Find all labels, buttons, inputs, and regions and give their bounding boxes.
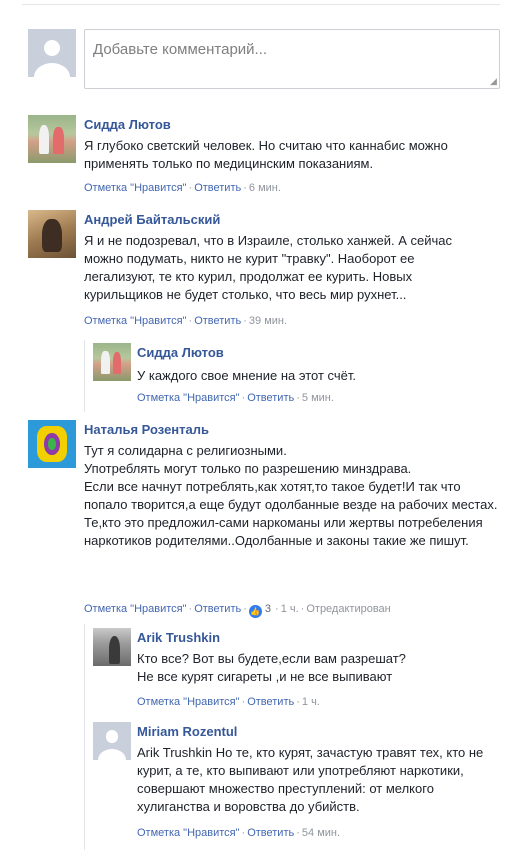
like-link[interactable]: Отметка "Нравится": [137, 696, 240, 708]
reply-link[interactable]: Ответить: [247, 827, 294, 839]
reply-comment: Miriam Rozentul Arik Trushkin Но те, кто…: [93, 722, 503, 846]
separator: ·: [275, 603, 279, 615]
timestamp[interactable]: 54 мин.: [302, 827, 340, 839]
separator: ·: [243, 182, 247, 194]
comment-actions: Отметка "Нравится" · Ответить · 5 мин.: [137, 392, 334, 404]
reply-comment: Arik Trushkin Кто все? Вот вы будете,есл…: [93, 628, 503, 714]
comment-author[interactable]: Наталья Розенталь: [84, 422, 209, 437]
timestamp[interactable]: 5 мин.: [302, 392, 334, 404]
separator: ·: [296, 696, 300, 708]
comment-composer: ◢: [28, 29, 502, 91]
separator: ·: [300, 603, 305, 615]
reply-comment: Сидда Лютов У каждого свое мнение на это…: [93, 343, 493, 409]
reply-link[interactable]: Ответить: [194, 603, 241, 615]
avatar[interactable]: [93, 343, 131, 381]
separator: ·: [241, 696, 246, 708]
like-link[interactable]: Отметка "Нравится": [137, 827, 240, 839]
avatar[interactable]: [93, 722, 131, 760]
comment-actions: Отметка "Нравится" · Ответить · 1 ч.: [137, 696, 320, 708]
comment-actions: Отметка "Нравится" · Ответить · 39 мин.: [84, 315, 287, 327]
separator: ·: [188, 603, 193, 615]
separator: ·: [296, 827, 300, 839]
separator: ·: [188, 182, 193, 194]
comment-text: Тут я солидарна с религиозными. Употребл…: [84, 443, 498, 548]
comment-author[interactable]: Arik Trushkin: [137, 630, 220, 645]
avatar[interactable]: [93, 628, 131, 666]
avatar[interactable]: [28, 420, 76, 468]
current-user-avatar: [28, 29, 76, 77]
comment-actions: Отметка "Нравится" · Ответить · 54 мин.: [137, 827, 340, 839]
comment-text: Я и не подозревал, что в Израиле, стольк…: [84, 233, 453, 302]
like-link[interactable]: Отметка "Нравится": [84, 315, 187, 327]
comment: Андрей Байтальский Я и не подозревал, чт…: [28, 210, 502, 332]
reply-link[interactable]: Ответить: [194, 182, 241, 194]
timestamp[interactable]: 39 мин.: [249, 315, 287, 327]
timestamp[interactable]: 1 ч.: [302, 696, 320, 708]
like-reaction-icon[interactable]: 👍: [248, 605, 262, 618]
separator: ·: [243, 315, 247, 327]
separator: ·: [241, 827, 246, 839]
separator: ·: [188, 315, 193, 327]
reply-link[interactable]: Ответить: [194, 315, 241, 327]
separator: ·: [241, 392, 246, 404]
avatar[interactable]: [28, 210, 76, 258]
reply-thread-line: [84, 624, 85, 850]
divider: [22, 4, 500, 5]
comment-author[interactable]: Сидда Лютов: [137, 345, 224, 360]
edited-label[interactable]: Отредактирован: [306, 603, 390, 615]
comment-actions: Отметка "Нравится" · Ответить · 6 мин.: [84, 182, 281, 194]
comment-author[interactable]: Андрей Байтальский: [84, 212, 220, 227]
avatar[interactable]: [28, 115, 76, 163]
like-link[interactable]: Отметка "Нравится": [84, 603, 187, 615]
comment-author[interactable]: Miriam Rozentul: [137, 724, 237, 739]
separator: ·: [296, 392, 300, 404]
separator: ·: [243, 603, 247, 615]
comment: Наталья Розенталь Тут я солидарна с рели…: [28, 420, 502, 620]
like-link[interactable]: Отметка "Нравится": [137, 392, 240, 404]
like-link[interactable]: Отметка "Нравится": [84, 182, 187, 194]
reply-link[interactable]: Ответить: [247, 392, 294, 404]
comment-input[interactable]: [84, 29, 500, 89]
resize-handle-icon[interactable]: ◢: [490, 77, 498, 86]
reaction-count[interactable]: 3: [265, 603, 271, 615]
reply-link[interactable]: Ответить: [247, 696, 294, 708]
comment-text: Arik Trushkin Но те, кто курят, зачастую…: [137, 745, 484, 814]
comment-author[interactable]: Сидда Лютов: [84, 117, 171, 132]
comment-text: Я глубоко светский человек. Но считаю чт…: [84, 138, 448, 171]
comment: Сидда Лютов Я глубоко светский человек. …: [28, 115, 502, 199]
comment-text: У каждого свое мнение на этот счёт.: [137, 368, 357, 383]
reply-thread-line: [84, 340, 85, 412]
comment-text: Кто все? Вот вы будете,если вам разрешат…: [137, 651, 406, 684]
timestamp[interactable]: 1 ч.: [281, 603, 299, 615]
timestamp[interactable]: 6 мин.: [249, 182, 281, 194]
comment-actions: Отметка "Нравится" · Ответить · 👍 3 · 1 ч. · Отре…: [84, 603, 391, 618]
